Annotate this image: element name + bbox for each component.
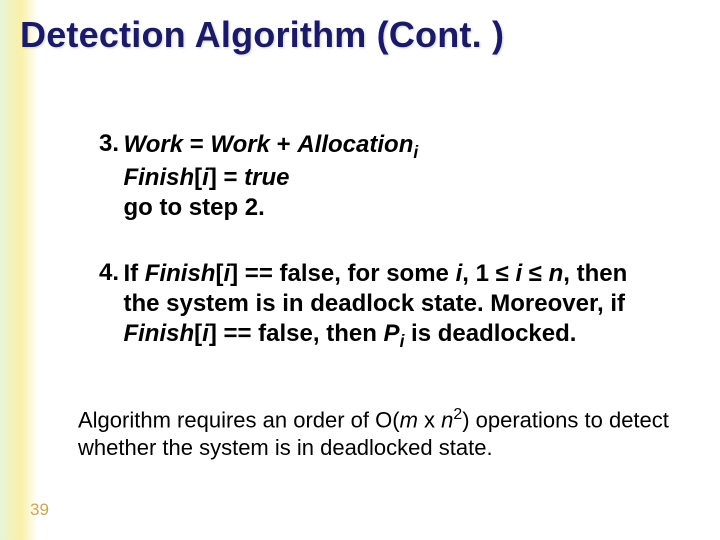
sup-2: 2 xyxy=(453,406,462,423)
t: + xyxy=(270,131,297,158)
t: Algorithm requires an order of O( xyxy=(78,407,400,432)
sub-i: i xyxy=(413,142,418,162)
t: , 1 xyxy=(462,260,495,287)
t: P xyxy=(384,320,400,347)
t: ] == false, for some xyxy=(230,260,455,287)
t: x xyxy=(418,407,441,432)
t: Allocation xyxy=(297,131,413,158)
t: Finish xyxy=(123,164,194,191)
leq-icon: ≤ xyxy=(529,260,542,287)
t: true xyxy=(244,164,289,191)
step-4-number: 4. xyxy=(99,259,119,287)
t: n xyxy=(441,407,453,432)
t: m xyxy=(400,407,418,432)
slide-content: 3. Work = Work + Allocationi Finish[i] =… xyxy=(99,130,689,389)
t: go to step 2. xyxy=(123,194,264,221)
t: [ xyxy=(194,320,202,347)
step-4: 4. If Finish[i] == false, for some i, 1 … xyxy=(99,259,689,352)
complexity-footnote: Algorithm requires an order of O(m x n2)… xyxy=(78,405,678,461)
step-3: 3. Work = Work + Allocationi Finish[i] =… xyxy=(99,130,689,223)
t: is deadlocked. xyxy=(404,320,576,347)
t: i xyxy=(202,320,209,347)
slide-number: 39 xyxy=(30,500,49,520)
step-3-body: Work = Work + Allocationi Finish[i] = tr… xyxy=(123,130,418,223)
step-4-body: If Finish[i] == false, for some i, 1 ≤ i… xyxy=(123,259,668,352)
t: i xyxy=(202,164,209,191)
slide-title: Detection Algorithm (Cont. ) xyxy=(20,14,504,56)
t: ] = xyxy=(209,164,244,191)
t: n xyxy=(549,260,564,287)
t: Work xyxy=(123,131,183,158)
t: Finish xyxy=(145,260,216,287)
t: = xyxy=(183,131,210,158)
leq-icon: ≤ xyxy=(496,260,509,287)
left-gradient-decoration xyxy=(0,0,38,540)
step-3-number: 3. xyxy=(99,130,119,158)
t: ] == false, then xyxy=(209,320,384,347)
t: If xyxy=(123,260,144,287)
t: [ xyxy=(194,164,202,191)
t: Finish xyxy=(123,320,194,347)
t xyxy=(522,260,529,287)
t: Work xyxy=(210,131,270,158)
t xyxy=(542,260,549,287)
